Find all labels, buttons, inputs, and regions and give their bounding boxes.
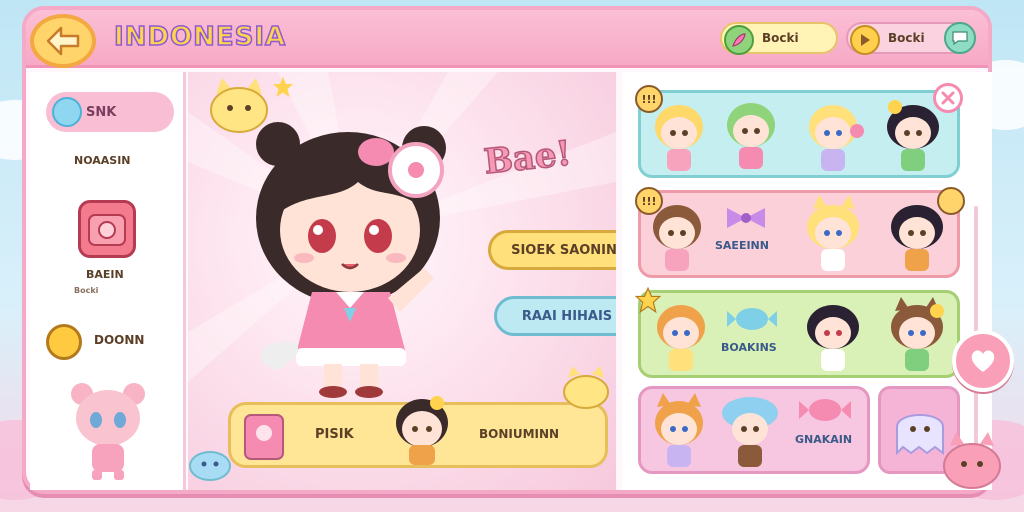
book-icon (244, 414, 284, 460)
sidebar-item-2-icon[interactable] (78, 200, 136, 258)
crate-icon (88, 214, 126, 246)
character-roster: !!! !!! SAEEINN BOAKINS GNAKAIN (622, 72, 992, 490)
back-arrow-icon (46, 26, 80, 56)
blue-pet (189, 451, 231, 481)
bottom-label-1: PISIK (315, 427, 354, 442)
star-coin-icon (46, 324, 82, 360)
play-icon (850, 25, 880, 55)
bottom-label-2: BONIUMINN (479, 427, 560, 441)
page-title: INDONESIA (113, 21, 287, 53)
row-2-label: SAEEINN (715, 239, 769, 252)
roster-row-1[interactable]: !!! (635, 83, 963, 178)
bow-icon (727, 208, 765, 228)
row-4-label: GNAKAIN (795, 433, 853, 446)
currency-pill-1[interactable]: Bocki (720, 22, 838, 55)
sidebar-item-3-label: DOONN (94, 333, 145, 347)
feather-icon (724, 25, 754, 55)
sidebar-item-2-label: BAEIN (86, 268, 124, 281)
close-button[interactable] (933, 83, 963, 113)
roster-row-4[interactable]: GNAKAIN (638, 386, 870, 474)
bear-character (71, 383, 145, 480)
chibi-blonde-cat (807, 195, 859, 271)
roster-row-2[interactable]: !!! SAEEINN (635, 187, 965, 278)
mini-character (396, 396, 448, 465)
close-icon (941, 91, 955, 105)
back-button[interactable] (30, 14, 96, 68)
yellow-cat-pet (563, 366, 609, 409)
action-button-1-label: SIOEK SAONIN (511, 242, 616, 258)
candy-icon (799, 399, 851, 421)
balloon-icon (52, 97, 82, 127)
heart-icon (971, 350, 995, 372)
chibi-orange-cat (655, 393, 703, 467)
chibi-blue-hat (722, 397, 778, 467)
sidebar-item-2-sub: Bocki (74, 286, 99, 295)
chibi-blonde (655, 105, 703, 171)
action-button-1[interactable]: SIOEK SAONIN (488, 230, 616, 270)
sidebar-item-active[interactable]: SNK (46, 92, 174, 132)
chibi-orange (657, 305, 705, 371)
chibi-dark (887, 100, 939, 171)
pill-1-label: Bocki (762, 31, 799, 45)
top-bar: INDONESIA Bocki Bocki (26, 10, 988, 68)
character-showcase: Bae! SIOEK SAONIN RAAI HIHAIS PISIK BONI… (188, 72, 616, 490)
row-2-corner-badge (937, 187, 965, 215)
action-button-2[interactable]: RAAI HIHAIS (494, 296, 616, 336)
sidebar-item-3[interactable]: DOONN (46, 322, 176, 362)
candy-icon (727, 308, 777, 330)
main-character (256, 122, 446, 398)
game-window: INDONESIA Bocki Bocki SNK NOAASIN BAEIN … (22, 6, 992, 494)
action-button-2-label: RAAI HIHAIS (521, 308, 613, 324)
chibi-yellow-bow (809, 105, 864, 171)
pill-2-label: Bocki (888, 31, 925, 45)
chibi-green (727, 103, 775, 169)
bottom-action-bar[interactable]: PISIK BONIUMINN (228, 396, 608, 468)
chibi-brown-cat (891, 297, 944, 371)
star-icon (273, 77, 293, 97)
chat-button[interactable] (944, 22, 976, 54)
chibi-dark-pink (807, 305, 859, 371)
sidebar-active-label: SNK (86, 104, 117, 120)
pink-pet (943, 432, 1001, 489)
heart-button[interactable] (952, 330, 1014, 392)
row-3-label: BOAKINS (721, 341, 777, 354)
chat-icon (952, 31, 968, 46)
roster-row-3[interactable]: BOAKINS (635, 287, 960, 378)
sidebar-item-1[interactable]: NOAASIN (74, 154, 131, 167)
chibi-brown (653, 205, 701, 271)
sidebar: SNK NOAASIN BAEIN Bocki DOONN (30, 72, 186, 490)
